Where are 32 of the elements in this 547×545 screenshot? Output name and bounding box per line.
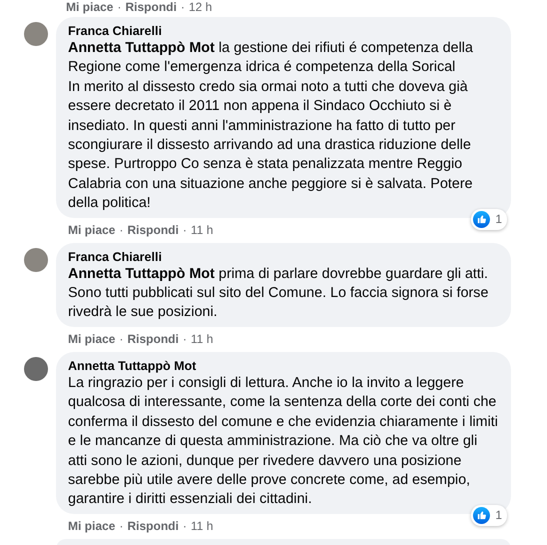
reply-link[interactable]: Rispondi <box>127 332 179 346</box>
comment-time: 12 h <box>188 0 212 14</box>
separator-dot: · <box>119 222 124 237</box>
comment-text: Annetta Tuttappò Mot la gestione dei rifiuti é competenza della Regione come l'emergenza idrica é competenza della Sorical In merito al dissesto credo sia ormai noto a tutti che doveva già essere decretato il 2011 non appena il Sindaco Occhiuto si è insediato. In questi anni l'amministrazione ha fatto di tutto per scongiurare il dissesto arrivando ad una drastica riduzione delle spese. Purtroppo Co senza è stata penalizzata mentre Reggio Calabria con una situazione anche peggiore si è salvata. Potere della politica! <box>68 39 474 214</box>
avatar[interactable] <box>24 356 48 381</box>
comment-author[interactable]: Annetta Tuttappò Mot <box>68 358 499 374</box>
separator-dot: · <box>182 332 187 346</box>
separator-dot: · <box>119 332 124 346</box>
like-link[interactable]: Mi piace <box>68 222 116 237</box>
separator-dot: · <box>119 518 124 533</box>
thumbs-up-icon <box>473 210 490 228</box>
like-link[interactable]: Mi piace <box>66 0 114 14</box>
reply-link[interactable]: Rispondi <box>127 518 179 533</box>
separator-dot: · <box>117 0 122 14</box>
reply-link[interactable]: Rispondi <box>127 222 179 237</box>
comment-time: 11 h <box>190 332 214 346</box>
comment-text: Annetta Tuttappò Mot prima di parlare dovrebbe guardare gli atti. Sono tutti pubblicati sul sito del Comune. Lo faccia signora si forse rivedrà le sue posizioni. <box>68 264 490 322</box>
like-link[interactable]: Mi piace <box>68 518 116 533</box>
reply-link[interactable]: Rispondi <box>125 0 177 14</box>
reaction-badge[interactable]: 1 <box>471 504 507 526</box>
comment-time: 11 h <box>190 222 214 237</box>
avatar[interactable] <box>24 22 48 46</box>
separator-dot: · <box>182 518 187 533</box>
reaction-badge[interactable]: 1 <box>471 208 507 230</box>
comment-author[interactable]: Franca Chiarelli <box>68 23 499 39</box>
avatar[interactable] <box>24 248 48 272</box>
like-link[interactable]: Mi piace <box>68 332 116 346</box>
separator-dot: · <box>182 222 187 237</box>
comment-author[interactable]: Franca Chiarelli <box>68 248 499 265</box>
comment-time: 11 h <box>190 518 214 533</box>
thumbs-up-icon <box>473 506 490 524</box>
separator-dot: · <box>180 0 185 14</box>
